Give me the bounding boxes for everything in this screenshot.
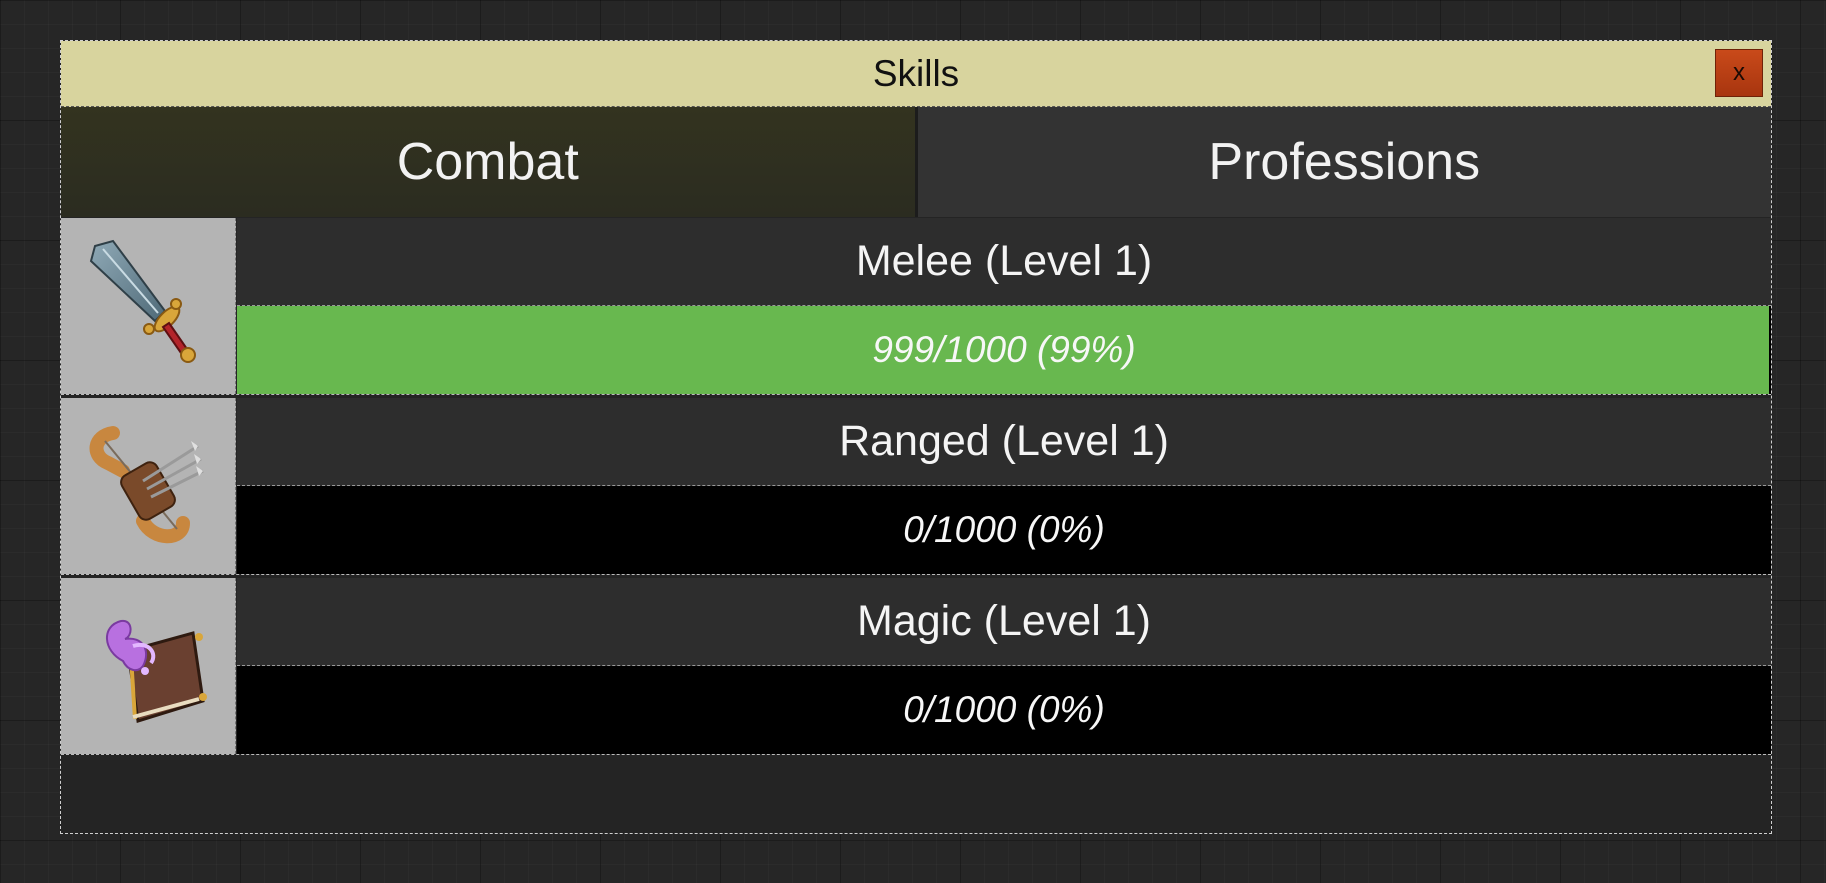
progress-bar-magic: 0/1000 (0%) — [237, 666, 1771, 754]
title-bar[interactable]: Skills x — [61, 41, 1771, 107]
skill-name-ranged: Ranged (Level 1) — [237, 398, 1771, 486]
sword-icon — [61, 218, 236, 394]
spellbook-icon — [61, 578, 236, 754]
skill-row-melee: Melee (Level 1) 999/1000 (99%) — [61, 218, 1771, 395]
window-title: Skills — [872, 52, 960, 94]
tab-professions[interactable]: Professions — [917, 107, 1771, 217]
skill-row-magic: Magic (Level 1) 0/1000 (0%) — [61, 578, 1771, 755]
skill-category-tabs: Combat Professions — [61, 107, 1771, 217]
crossbow-icon — [61, 398, 236, 574]
skill-row-ranged: Ranged (Level 1) 0/1000 (0%) — [61, 398, 1771, 575]
tab-combat[interactable]: Combat — [61, 107, 918, 217]
progress-text-ranged: 0/1000 (0%) — [903, 509, 1105, 550]
skills-window: Skills x Combat Professions Melee (Level… — [60, 40, 1772, 834]
progress-text-magic: 0/1000 (0%) — [903, 689, 1105, 730]
progress-bar-ranged: 0/1000 (0%) — [237, 486, 1771, 574]
close-button[interactable]: x — [1715, 49, 1763, 97]
progress-text-melee: 999/1000 (99%) — [872, 329, 1136, 370]
skills-list: Melee (Level 1) 999/1000 (99%) Ranged (L… — [61, 218, 1771, 758]
progress-bar-melee: 999/1000 (99%) — [237, 306, 1771, 394]
skill-name-magic: Magic (Level 1) — [237, 578, 1771, 666]
skill-name-melee: Melee (Level 1) — [237, 218, 1771, 306]
